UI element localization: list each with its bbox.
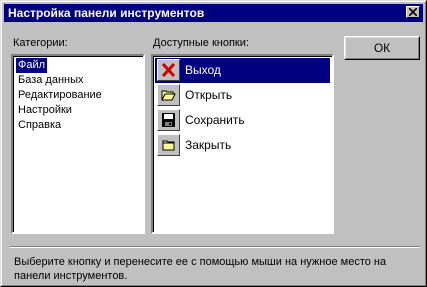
button-item-exit[interactable]: Выход — [155, 58, 330, 83]
category-item-database[interactable]: База данных — [16, 73, 86, 88]
button-item-close[interactable]: Закрыть — [155, 133, 330, 158]
categories-list[interactable]: Файл База данных Редактирование Настройк… — [11, 54, 145, 234]
available-buttons-label-text: Доступные кнопки: — [153, 37, 249, 49]
category-item-help[interactable]: Справка — [16, 118, 63, 133]
dialog-window: Настройка панели инструментов Категории:… — [0, 0, 427, 287]
close-icon — [409, 8, 417, 16]
title-bar[interactable]: Настройка панели инструментов — [4, 4, 423, 22]
close-button[interactable] — [406, 6, 420, 18]
button-item-open-label: Открыть — [185, 88, 233, 102]
open-folder-icon — [157, 84, 180, 106]
button-item-save-label: Сохранить — [185, 113, 245, 127]
button-item-save[interactable]: Сохранить — [155, 108, 330, 133]
category-item-settings[interactable]: Настройки — [16, 103, 74, 118]
dialog-frame: Настройка панели инструментов Категории:… — [1, 1, 426, 286]
separator — [10, 246, 420, 248]
categories-label-text: Категории: — [13, 37, 68, 49]
ok-button-label: ОК — [373, 41, 391, 55]
available-buttons-list[interactable]: Выход Открыть Сохранить Закрыть — [151, 54, 334, 234]
category-item-file[interactable]: Файл — [16, 58, 48, 73]
close-folder-icon — [157, 134, 180, 156]
exit-x-icon — [157, 59, 180, 81]
category-item-editing[interactable]: Редактирование — [16, 88, 104, 103]
description-text: Выберите кнопку и перенесите ее с помощь… — [14, 256, 387, 282]
window-title: Настройка панели инструментов — [8, 6, 205, 20]
button-item-close-label: Закрыть — [185, 138, 232, 152]
button-item-exit-label: Выход — [185, 63, 221, 77]
ok-button[interactable]: ОК — [344, 36, 420, 60]
button-item-open[interactable]: Открыть — [155, 83, 330, 108]
save-disk-icon — [157, 109, 180, 131]
available-buttons-label: Доступные кнопки: — [153, 37, 249, 49]
categories-label: Категории: — [13, 37, 68, 49]
